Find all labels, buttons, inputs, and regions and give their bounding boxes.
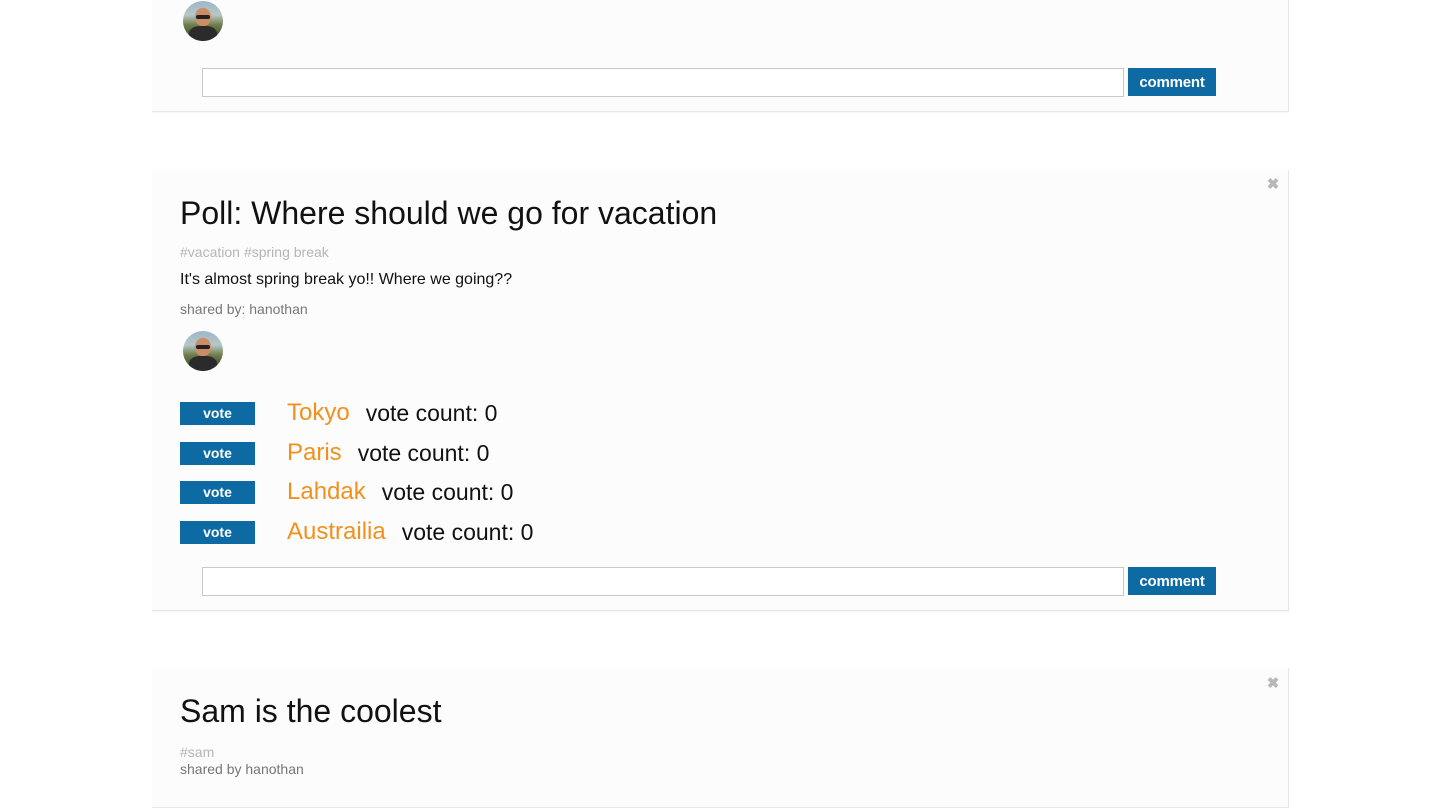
vote-button[interactable]: vote bbox=[180, 480, 255, 504]
user-avatar[interactable] bbox=[183, 1, 223, 41]
vote-button[interactable]: vote bbox=[180, 520, 255, 544]
avatar-shirt bbox=[189, 26, 217, 41]
option-name[interactable]: Austrailia bbox=[287, 518, 386, 546]
poll-option: vote Tokyo vote count: 0 bbox=[180, 399, 497, 427]
vote-button[interactable]: vote bbox=[180, 401, 255, 425]
vote-count: vote count: 0 bbox=[365, 399, 498, 426]
tag[interactable]: #vacation bbox=[180, 244, 240, 260]
post-tags: #sam bbox=[180, 744, 218, 760]
option-name[interactable]: Lahdak bbox=[287, 478, 366, 506]
comment-input[interactable] bbox=[202, 68, 1124, 97]
avatar-sunglasses bbox=[196, 345, 210, 349]
poll-option: vote Austrailia vote count: 0 bbox=[180, 518, 533, 546]
post-title: Sam is the coolest bbox=[180, 693, 442, 729]
post-card: ✖ Sam is the coolest #sam shared by hano… bbox=[152, 668, 1289, 808]
post-tags: #vacation #spring break bbox=[180, 244, 333, 260]
user-avatar[interactable] bbox=[183, 331, 223, 371]
shared-by: shared by: hanothan bbox=[180, 301, 308, 317]
close-icon[interactable]: ✖ bbox=[1266, 676, 1280, 691]
post-title: Poll: Where should we go for vacation bbox=[180, 195, 718, 231]
avatar-sunglasses bbox=[196, 15, 210, 19]
close-icon[interactable]: ✖ bbox=[1266, 177, 1280, 192]
tag[interactable]: #sam bbox=[180, 744, 214, 760]
vote-button[interactable]: vote bbox=[180, 441, 255, 465]
comment-button[interactable]: comment bbox=[1128, 567, 1216, 595]
poll-option: vote Lahdak vote count: 0 bbox=[180, 478, 513, 506]
poll-option: vote Paris vote count: 0 bbox=[180, 439, 489, 467]
comment-input[interactable] bbox=[202, 567, 1124, 596]
vote-count: vote count: 0 bbox=[401, 518, 534, 545]
option-name[interactable]: Paris bbox=[287, 439, 342, 467]
poll-card: ✖ Poll: Where should we go for vacation … bbox=[152, 170, 1289, 611]
shared-by: shared by hanothan bbox=[180, 761, 304, 777]
avatar-shirt bbox=[189, 356, 217, 371]
vote-count: vote count: 0 bbox=[381, 478, 514, 505]
post-body: It's almost spring break yo!! Where we g… bbox=[180, 271, 513, 288]
comment-button[interactable]: comment bbox=[1128, 68, 1216, 96]
option-name[interactable]: Tokyo bbox=[287, 399, 350, 427]
vote-count: vote count: 0 bbox=[357, 439, 490, 466]
tag[interactable]: #spring break bbox=[244, 244, 329, 260]
post-card: comment bbox=[152, 0, 1289, 112]
